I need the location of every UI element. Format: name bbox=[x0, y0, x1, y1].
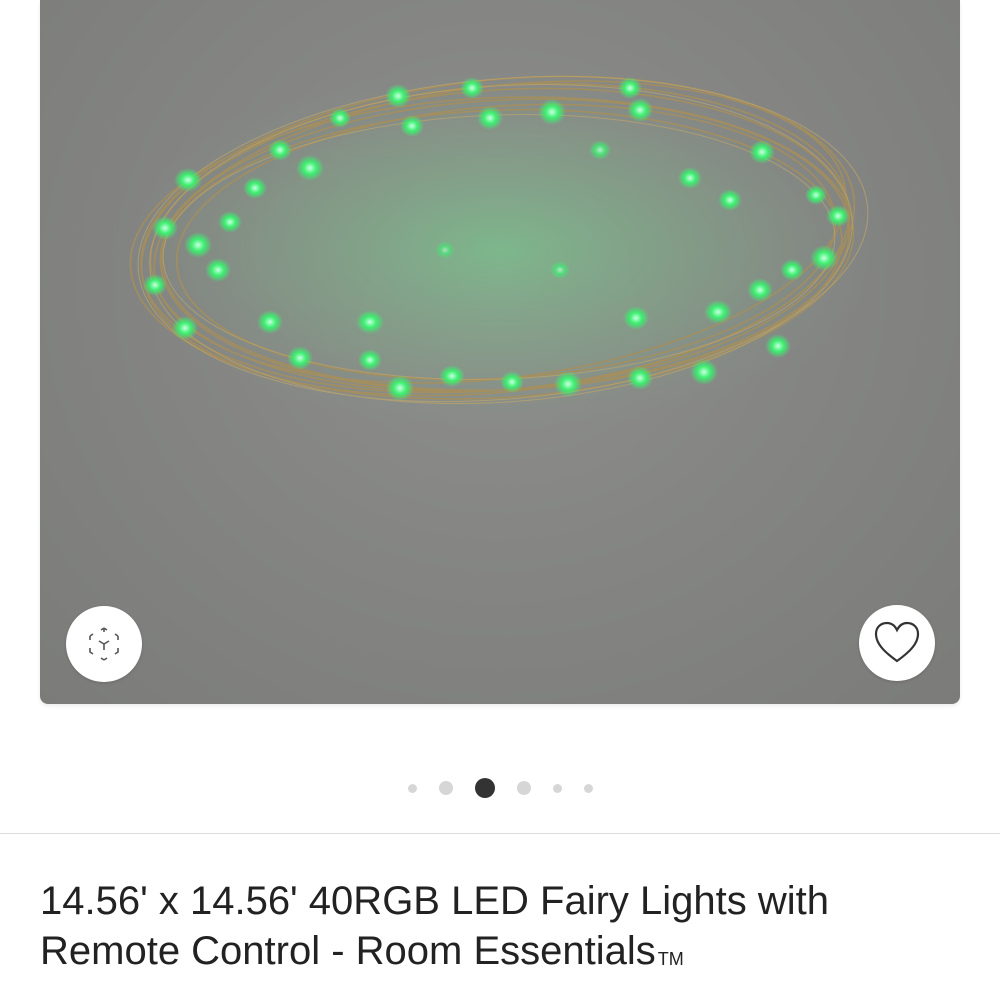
divider bbox=[0, 833, 1000, 834]
favorite-button[interactable] bbox=[859, 605, 935, 681]
product-image[interactable] bbox=[40, 0, 960, 704]
view-in-3d-button[interactable] bbox=[66, 606, 142, 682]
carousel-dot[interactable] bbox=[583, 783, 593, 793]
product-page: 14.56' x 14.56' 40RGB LED Fairy Lights w… bbox=[0, 0, 1000, 1000]
3d-view-icon bbox=[89, 627, 119, 661]
carousel-dot-active[interactable] bbox=[474, 778, 495, 798]
carousel-dot[interactable] bbox=[516, 781, 531, 795]
product-title: 14.56' x 14.56' 40RGB LED Fairy Lights w… bbox=[40, 876, 960, 976]
product-title-text: 14.56' x 14.56' 40RGB LED Fairy Lights w… bbox=[40, 879, 830, 973]
heart-icon bbox=[874, 621, 920, 663]
trademark-symbol: TM bbox=[657, 949, 684, 969]
fairy-lights-image bbox=[100, 60, 900, 440]
carousel-indicator bbox=[0, 770, 1000, 806]
carousel-dot[interactable] bbox=[552, 783, 562, 793]
carousel-dot[interactable] bbox=[407, 783, 417, 793]
carousel-dot[interactable] bbox=[438, 781, 453, 795]
